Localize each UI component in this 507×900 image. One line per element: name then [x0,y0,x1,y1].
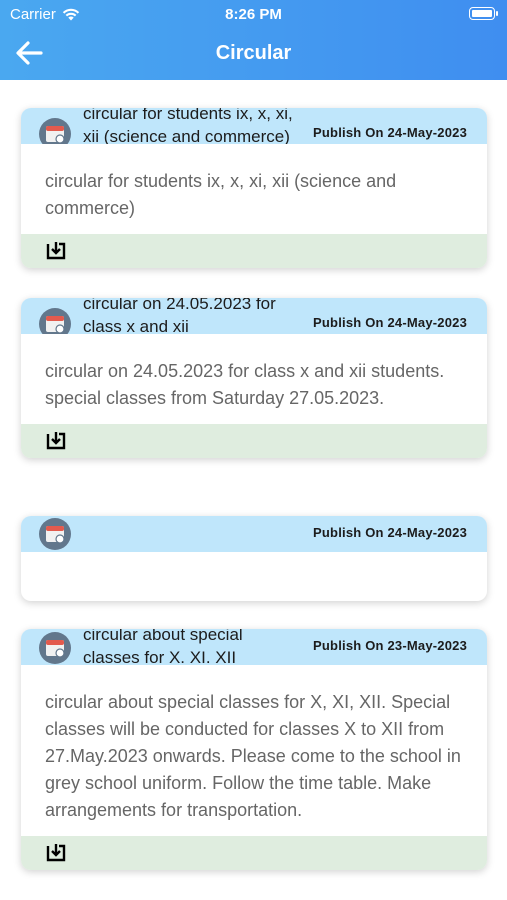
publish-date: Publish On 24-May-2023 [313,525,467,540]
card-footer [21,424,487,458]
card-header: circular on 24.05.2023 for class x and x… [21,298,487,334]
download-icon [46,844,66,862]
circular-title: circular for students ix, x, xi, xii (sc… [83,108,293,144]
circular-title: circular about special classes for X. XI… [83,629,243,665]
download-button[interactable] [46,843,66,863]
download-button[interactable] [46,431,66,451]
circular-body [21,552,487,588]
battery-icon [469,7,498,20]
circular-title: circular on 24.05.2023 for class x and x… [83,298,276,334]
publish-date: Publish On 24-May-2023 [313,125,467,140]
page-title: Circular [215,42,292,64]
circular-body: circular on 24.05.2023 for class x and x… [45,361,445,408]
nav-bar: Circular [0,30,507,76]
card-header: circular for students ix, x, xi, xii (sc… [21,108,487,144]
publish-date: Publish On 24-May-2023 [313,315,467,330]
publish-date: Publish On 23-May-2023 [313,638,467,653]
circular-card[interactable]: circular for students ix, x, xi, xii (sc… [21,108,487,268]
status-bar: Carrier 8:26 PM [0,0,507,28]
status-time: 8:26 PM [225,6,282,23]
download-icon [46,432,66,450]
calendar-icon [39,632,71,664]
card-header: Publish On 24-May-2023 [21,516,487,552]
download-button[interactable] [46,241,66,261]
calendar-icon [39,118,71,144]
circular-body: circular for students ix, x, xi, xii (sc… [45,171,397,218]
circular-card[interactable]: circular on 24.05.2023 for class x and x… [21,298,487,458]
calendar-icon [39,518,71,550]
app-header: Carrier 8:26 PM Circular [0,0,507,80]
card-footer [21,836,487,870]
card-header: circular about special classes for X. XI… [21,629,487,665]
card-footer [21,234,487,268]
download-icon [46,242,66,260]
circular-card[interactable]: circular about special classes for X. XI… [21,629,487,870]
calendar-icon [39,308,71,334]
circular-card[interactable]: Publish On 24-May-2023 [21,516,487,601]
circular-body: circular about special classes for X, XI… [45,692,461,820]
